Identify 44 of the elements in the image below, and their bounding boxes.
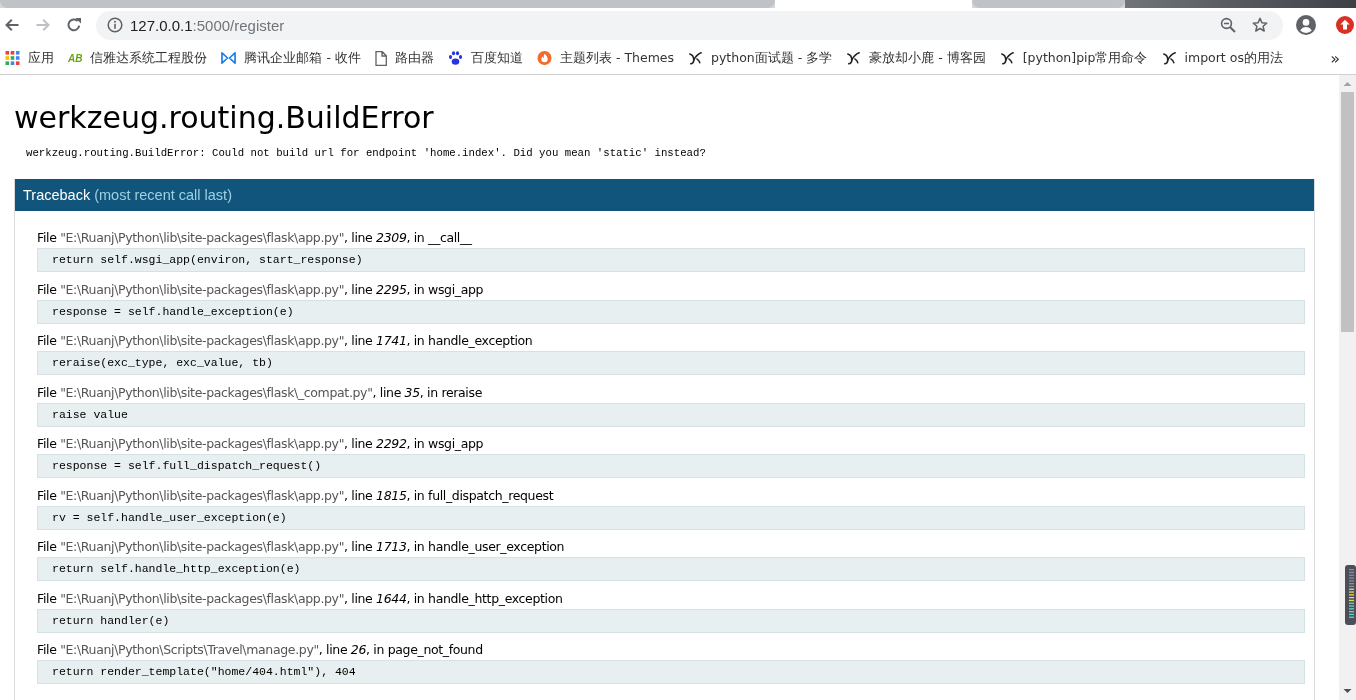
error-title: werkzeug.routing.BuildError bbox=[14, 100, 435, 136]
bookmark-item[interactable]: 豪放却小鹿 - 博客园 bbox=[846, 49, 986, 67]
update-icon[interactable] bbox=[1336, 16, 1354, 34]
bookmark-item[interactable]: 应用 bbox=[5, 49, 54, 67]
star-icon[interactable] bbox=[1252, 17, 1268, 33]
paw-icon bbox=[447, 51, 463, 65]
flame-icon bbox=[536, 51, 552, 65]
reload-icon[interactable] bbox=[66, 17, 82, 33]
site-logo: AB bbox=[68, 52, 83, 64]
bookmark-item[interactable]: 主题列表 - Themes bbox=[536, 49, 674, 67]
bookmark-item[interactable]: 路由器 bbox=[374, 49, 434, 67]
swirl-logo-icon bbox=[688, 51, 703, 65]
account-icon[interactable] bbox=[1296, 15, 1316, 35]
back-arrow-icon[interactable] bbox=[4, 17, 20, 33]
bowtie-logo-icon bbox=[221, 51, 237, 65]
swirl-logo-icon bbox=[846, 51, 862, 65]
swirl-logo-icon bbox=[1161, 51, 1177, 65]
scrollbar-thumb[interactable] bbox=[1341, 92, 1354, 332]
bookmark-item[interactable]: 腾讯企业邮箱 - 收件 bbox=[221, 49, 361, 67]
frame-location: File "E:\Ruanj\Python\lib\site-packages\flask\app.py", line 1741, in handle_exception bbox=[37, 332, 534, 350]
frame-location: File "E:\Ruanj\Python\lib\site-packages\flask\app.py", line 2292, in wsgi_app bbox=[37, 435, 485, 453]
url-text: 127.0.0.1:5000/register bbox=[130, 16, 285, 34]
error-message: werkzeug.routing.BuildError: Could not build url for endpoint 'home.index'. Did you mean 'static' instead? bbox=[26, 146, 707, 161]
bookmark-item[interactable]: import os的用法 bbox=[1161, 49, 1283, 67]
frame-location: File "E:\Ruanj\Python\lib\site-packages\flask\app.py", line 1644, in handle_http_exception bbox=[37, 589, 564, 608]
frame-location: File "E:\Ruanj\Python\lib\site-packages\flask\app.py", line 2295, in wsgi_app bbox=[37, 280, 485, 299]
apps-grid-icon bbox=[5, 51, 20, 65]
frame-location: File "E:\Ruanj\Python\lib\site-packages\flask\app.py", line 2309, in __call__ bbox=[37, 229, 473, 247]
meter-widget-icon bbox=[1345, 565, 1356, 625]
frame-location: File "E:\Ruanj\Python\lib\site-packages\flask\app.py", line 1815, in full_dispatch_request bbox=[37, 486, 555, 505]
document-icon bbox=[374, 50, 387, 66]
frame-location: File "E:\Ruanj\Python\lib\site-packages\flask\app.py", line 1713, in handle_user_exception bbox=[37, 538, 566, 556]
address-bar[interactable]: 127.0.0.1:5000/register bbox=[96, 10, 1283, 40]
bookmark-item[interactable]: 百度知道 bbox=[447, 49, 523, 67]
bookmark-item[interactable]: AB 信雅达系统工程股份 bbox=[68, 49, 208, 67]
zoom-out-icon[interactable] bbox=[1220, 17, 1236, 33]
swirl-logo-icon bbox=[999, 51, 1015, 65]
info-icon[interactable] bbox=[107, 17, 123, 33]
traceback-header: Traceback (most recent call last) bbox=[15, 179, 1314, 211]
bookmark-item[interactable]: python面试题 - 多学 bbox=[688, 49, 833, 67]
frame-location: File "E:\Ruanj\Python\lib\site-packages\flask\_compat.py", line 35, in reraise bbox=[37, 383, 483, 402]
frame-location: File "E:\Ruanj\Python\Scripts\Travel\manage.py", line 26, in page_not_found bbox=[37, 641, 484, 659]
bookmarks-overflow-button[interactable]: » bbox=[1326, 48, 1344, 68]
bookmark-item[interactable]: [python]pip常用命令 bbox=[999, 49, 1148, 67]
